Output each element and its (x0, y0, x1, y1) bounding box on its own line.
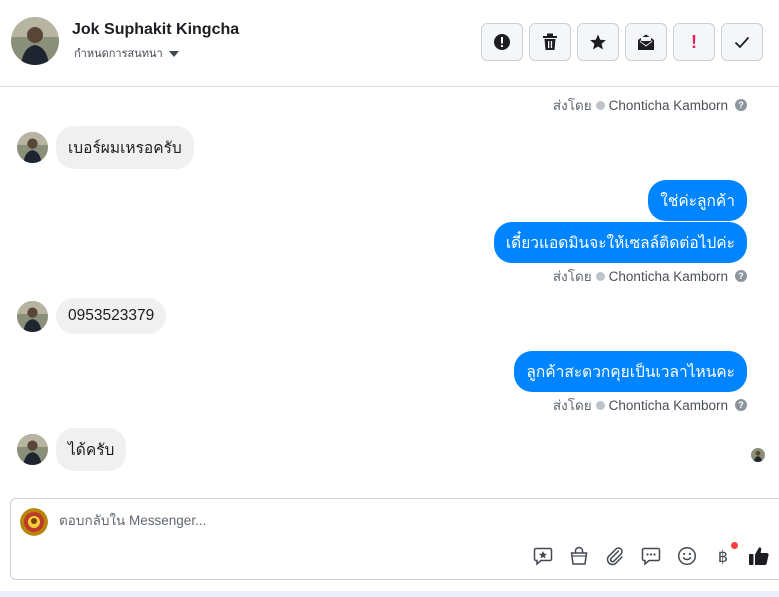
sent-by-label: ส่งโดย Chonticha Kamborn ? (553, 394, 747, 416)
agent-dot-icon (595, 400, 605, 410)
attachment-icon[interactable] (604, 545, 626, 567)
caret-down-icon (168, 50, 179, 57)
thumbs-up-icon[interactable] (748, 545, 770, 567)
mark-unread-icon (637, 33, 655, 51)
star-button[interactable] (577, 23, 619, 61)
trash-icon (542, 33, 558, 51)
shop-bag-icon[interactable] (568, 545, 590, 567)
help-icon[interactable]: ? (735, 99, 747, 111)
contact-avatar-small (17, 434, 48, 465)
message-thread[interactable]: ส่งโดย Chonticha Kamborn ? เบอร์ผมเหรอคร… (0, 87, 779, 492)
sent-by-label: ส่งโดย Chonticha Kamborn ? (553, 265, 747, 287)
baht-icon: ฿ (717, 546, 729, 566)
incoming-message: เบอร์ผมเหรอครับ (17, 126, 194, 169)
outgoing-message-bubble[interactable]: ลูกค้าสะดวกคุยเป็นเวลาไหนคะ (514, 351, 747, 392)
chat-bubble-icon[interactable] (640, 545, 662, 567)
agent-dot-icon (595, 271, 605, 281)
emoji-icon[interactable] (676, 545, 698, 567)
agent-dot-icon (595, 100, 605, 110)
contact-name: Jok Suphakit Kingcha (72, 21, 240, 38)
contact-avatar-small (17, 132, 48, 163)
incoming-message: ได้ครับ (17, 428, 127, 471)
payment-button[interactable]: ฿ (712, 542, 738, 567)
reply-input[interactable] (59, 513, 659, 528)
sent-by-label: ส่งโดย Chonticha Kamborn ? (553, 94, 747, 116)
alert-circle-icon (493, 33, 511, 51)
header-actions: ! (481, 23, 763, 61)
conversation-header: Jok Suphakit Kingcha กำหนดการสนทนา ! (0, 0, 779, 87)
help-icon[interactable]: ? (735, 270, 747, 282)
check-icon (734, 35, 750, 49)
conversation-status-dropdown[interactable]: กำหนดการสนทนา (74, 44, 179, 62)
bottom-strip (0, 591, 779, 597)
outgoing-message-bubble[interactable]: เดี๋ยวแอดมินจะให้เซลล์ติดต่อไปค่ะ (493, 222, 747, 263)
help-icon[interactable]: ? (735, 399, 747, 411)
message-bubble[interactable]: ได้ครับ (56, 428, 127, 471)
saved-reply-icon[interactable] (532, 545, 554, 567)
page-avatar (20, 508, 48, 536)
contact-avatar-small (17, 300, 48, 332)
follow-up-button[interactable]: ! (673, 23, 715, 61)
contact-avatar[interactable] (11, 17, 59, 65)
report-button[interactable] (481, 23, 523, 61)
notification-dot (731, 542, 738, 549)
outgoing-message-bubble[interactable]: ใช่ค่ะลูกค้า (648, 180, 747, 221)
message-bubble[interactable]: 0953523379 (56, 298, 167, 334)
composer-toolbar: ฿ (532, 542, 770, 567)
agent-name: Chonticha Kamborn (608, 268, 728, 284)
seen-indicator-avatar (751, 448, 765, 462)
agent-name: Chonticha Kamborn (608, 397, 728, 413)
done-button[interactable] (721, 23, 763, 61)
incoming-message: 0953523379 (17, 298, 167, 334)
delete-button[interactable] (529, 23, 571, 61)
message-bubble[interactable]: เบอร์ผมเหรอครับ (56, 126, 194, 169)
agent-name: Chonticha Kamborn (608, 97, 728, 113)
exclamation-icon: ! (691, 31, 697, 52)
mark-unread-button[interactable] (625, 23, 667, 61)
conversation-status-label: กำหนดการสนทนา (74, 48, 163, 60)
reply-composer: ฿ (10, 498, 779, 580)
star-icon (589, 33, 607, 51)
